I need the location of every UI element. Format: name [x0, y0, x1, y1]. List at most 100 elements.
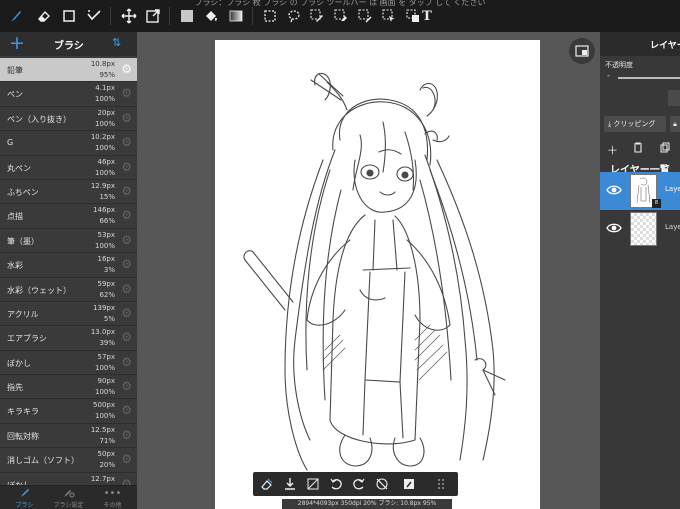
sort-brushes-button[interactable]: ⇅: [112, 36, 121, 49]
gear-icon[interactable]: ⚙: [121, 404, 132, 416]
transform-tool-button[interactable]: [143, 6, 163, 26]
gear-icon[interactable]: ⚙: [121, 161, 132, 173]
gear-icon[interactable]: ⚙: [121, 331, 132, 343]
brush-size: 46px: [97, 157, 116, 166]
select-eraser-button[interactable]: [331, 6, 351, 26]
brush-item[interactable]: アクリル 139px 5% ⚙: [0, 301, 137, 327]
layer-row[interactable]: Layer: [600, 210, 680, 248]
brush-size: 10.2px: [90, 133, 115, 142]
brush-item[interactable]: 鉛筆 10.8px 95% ⚙: [0, 58, 137, 83]
reference-window-button[interactable]: [569, 38, 595, 64]
brush-size: 12.7px: [90, 474, 115, 483]
more-options-button[interactable]: [431, 475, 451, 493]
gear-icon[interactable]: ⚙: [121, 112, 132, 124]
brush-size: 57px: [97, 352, 116, 361]
eraser-tool-button[interactable]: [34, 6, 54, 26]
brush-name: G: [7, 138, 14, 148]
brush-opacity: 39%: [99, 339, 115, 348]
brush-size: 12.9px: [90, 181, 115, 190]
toolbar-divider: [169, 7, 170, 25]
clipping-button[interactable]: ⤓ クリッピング: [604, 116, 666, 132]
brush-icon: [10, 11, 21, 22]
gear-icon[interactable]: ⚙: [121, 307, 132, 319]
brush-icon: [2, 488, 47, 499]
brush-item[interactable]: ふちペン 12.9px 15% ⚙: [0, 179, 137, 205]
brush-panel: + ブラシ ⇅ 鉛筆 10.8px 95% ⚙ ペン 4.1px 100% ⚙ ペン（入り抜き）…: [0, 32, 137, 509]
brush-opacity: 100%: [94, 388, 115, 397]
layer-thumbnail: [630, 212, 657, 246]
fill-tool-button[interactable]: [201, 6, 221, 26]
color-button[interactable]: [177, 6, 197, 26]
brush-item[interactable]: G 10.2px 100% ⚙: [0, 131, 137, 156]
brush-size: 53px: [97, 230, 116, 239]
brush-opacity: 100%: [94, 241, 115, 250]
brush-item[interactable]: 指先 90px 100% ⚙: [0, 375, 137, 400]
brush-item[interactable]: ペン 4.1px 100% ⚙: [0, 82, 137, 107]
brush-item[interactable]: ぼかし 57px 100% ⚙: [0, 350, 137, 376]
opacity-decrease-button[interactable]: -: [607, 71, 610, 80]
quick-import-button[interactable]: [280, 475, 300, 493]
redo-icon: [353, 478, 365, 490]
layer-row[interactable]: 8 Layer: [600, 172, 680, 210]
move-tool-button[interactable]: [119, 6, 139, 26]
gear-icon[interactable]: ⚙: [121, 429, 132, 441]
brush-size: 20px: [97, 108, 116, 117]
opacity-slider[interactable]: [618, 77, 680, 79]
add-layer-button[interactable]: ＋: [607, 142, 618, 158]
tab-brush-settings[interactable]: ブラシ設定: [46, 486, 91, 509]
gear-icon[interactable]: ⚙: [121, 63, 132, 75]
add-brush-button[interactable]: +: [9, 33, 25, 53]
eye-icon[interactable]: [606, 184, 622, 196]
brush-item[interactable]: 点描 146px 66% ⚙: [0, 204, 137, 229]
gear-icon[interactable]: ⚙: [121, 234, 132, 246]
delete-layer-button[interactable]: [633, 142, 643, 156]
stabilizer-button[interactable]: [372, 475, 392, 493]
gear-icon[interactable]: ⚙: [121, 380, 132, 392]
select-wand-button[interactable]: [355, 6, 375, 26]
gear-icon[interactable]: ⚙: [121, 283, 132, 295]
brush-item[interactable]: 丸ペン 46px 100% ⚙: [0, 155, 137, 180]
brush-name: 点描: [7, 212, 23, 222]
brush-item[interactable]: 回転対称 12.5px 71% ⚙: [0, 423, 137, 449]
gradient-tool-button[interactable]: [226, 6, 246, 26]
brush-item[interactable]: キラキラ 500px 100% ⚙: [0, 399, 137, 424]
tab-more[interactable]: ••• その他: [90, 486, 135, 509]
brush-item[interactable]: 消しゴム（ソフト） 50px 20% ⚙: [0, 448, 137, 473]
select-pen-button[interactable]: [307, 6, 327, 26]
undo-button[interactable]: [326, 475, 346, 493]
select-transform-button[interactable]: [379, 6, 399, 26]
edit-button[interactable]: [399, 475, 419, 493]
tab-brush[interactable]: ブラシ: [2, 486, 47, 509]
gear-icon[interactable]: ⚙: [121, 453, 132, 465]
quick-eraser-button[interactable]: [257, 475, 277, 493]
select-rect-button[interactable]: [260, 6, 280, 26]
clipping-icon: ⤓: [608, 120, 612, 128]
brush-size: 4.1px: [95, 84, 115, 93]
canvas-area[interactable]: 2894*4093px 350dpi 20% ブラシ: 10.8px 95%: [137, 32, 600, 509]
gear-icon[interactable]: ⚙: [121, 258, 132, 270]
drawing-canvas[interactable]: [215, 40, 540, 509]
brush-item[interactable]: 水彩（ウェット） 59px 62% ⚙: [0, 277, 137, 302]
quick-clear-button[interactable]: [303, 475, 323, 493]
gear-icon[interactable]: ⚙: [121, 356, 132, 368]
lock-button[interactable]: 🔒︎: [670, 116, 680, 132]
brush-tool-button[interactable]: [6, 6, 26, 26]
magic-wand-button[interactable]: [84, 6, 104, 26]
duplicate-layer-button[interactable]: [660, 142, 670, 156]
gear-icon[interactable]: ⚙: [121, 209, 132, 221]
layer-panel: レイヤー 不透明度 - ⤓ クリッピング 🔒︎ ＋ レイヤー一覧 8 Layer: [600, 32, 680, 509]
gear-icon[interactable]: ⚙: [121, 87, 132, 99]
brush-item[interactable]: 筆（墨） 53px 100% ⚙: [0, 228, 137, 254]
brush-item[interactable]: 水彩 16px 3% ⚙: [0, 253, 137, 278]
shape-tool-button[interactable]: [59, 6, 79, 26]
select-lasso-button[interactable]: [284, 6, 304, 26]
brush-item[interactable]: エアブラシ 13.0px 39% ⚙: [0, 326, 137, 351]
gear-icon[interactable]: ⚙: [121, 185, 132, 197]
eye-icon[interactable]: [606, 222, 622, 234]
brush-name: キラキラ: [7, 407, 39, 417]
blend-mode-button[interactable]: [668, 90, 680, 106]
brush-item[interactable]: ペン（入り抜き） 20px 100% ⚙: [0, 106, 137, 132]
text-tool-button[interactable]: T: [417, 6, 437, 26]
redo-button[interactable]: [349, 475, 369, 493]
gear-icon[interactable]: ⚙: [121, 136, 132, 148]
